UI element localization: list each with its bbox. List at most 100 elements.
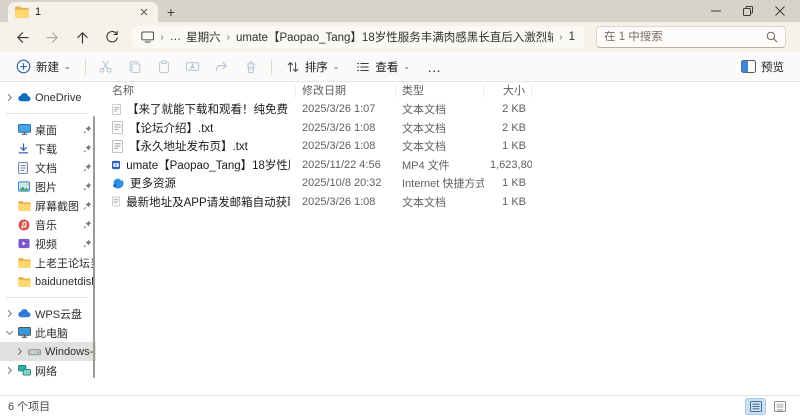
sidebar-scrollbar[interactable] <box>93 116 95 378</box>
music-icon <box>18 219 31 231</box>
rename-icon <box>186 62 200 71</box>
large-icons-view-icon <box>773 400 786 412</box>
mp4-file-icon <box>112 160 121 169</box>
file-row[interactable]: umate【Paopao_Tang】18岁性服务丰满肉感... 2025/11/… <box>96 156 800 175</box>
minimize-button[interactable] <box>700 0 732 22</box>
refresh-button[interactable] <box>98 25 126 49</box>
file-size: 1,623,808 KB <box>490 158 532 171</box>
column-header-name[interactable]: 名称 <box>106 85 296 98</box>
large-icons-view-button[interactable] <box>769 398 790 415</box>
file-date: 2025/11/22 4:56 <box>302 158 381 171</box>
back-button[interactable] <box>8 25 36 49</box>
breadcrumb-overflow[interactable]: … <box>170 31 182 43</box>
copy-button[interactable] <box>121 54 149 80</box>
sidebar-item-label: 图片 <box>35 181 57 194</box>
downloads-icon <box>18 143 31 154</box>
breadcrumb-item-saturday[interactable]: 星期六 <box>186 29 221 45</box>
sort-button[interactable]: 排序 ⌄ <box>278 54 348 80</box>
this-pc-icon <box>141 31 154 43</box>
arrow-up-icon <box>76 31 88 44</box>
forward-button[interactable] <box>38 25 66 49</box>
sidebar-item-downloads[interactable]: 下载 <box>0 139 96 158</box>
file-row[interactable]: 【论坛介绍】.txt 2025/3/26 1:08 文本文档 2 KB <box>96 119 800 138</box>
navigation-bar: › … 星期六 › umate【Paopao_Tang】18岁性服务丰满肉感黑长… <box>0 22 800 52</box>
file-type: 文本文档 <box>402 122 446 135</box>
column-header-size[interactable]: 大小 <box>484 85 532 98</box>
chevron-down-icon: ⌄ <box>403 62 411 71</box>
breadcrumb-chevron: › <box>559 31 563 43</box>
search-input[interactable] <box>604 31 766 43</box>
sidebar-item-folder[interactable]: baidunetdiskdownload <box>0 272 96 291</box>
chevron-right-icon[interactable] <box>5 93 14 102</box>
sidebar-item-pictures[interactable]: 图片 <box>0 177 96 196</box>
file-size: 1 KB <box>502 177 526 190</box>
main-area: OneDrive 桌面 下载 文档 图片 屏幕截图 音乐 视频 上老王论坛 ba… <box>0 82 800 395</box>
chevron-right-icon[interactable] <box>5 366 14 375</box>
sidebar-item-videos[interactable]: 视频 <box>0 234 96 253</box>
breadcrumb-item-parent-folder[interactable]: umate【Paopao_Tang】18岁性服务丰满肉感黑长直后入激烈输出 <box>236 29 553 45</box>
sidebar-item-label: baidunetdiskdownload <box>35 275 93 288</box>
this-pc-icon <box>18 327 31 338</box>
delete-button[interactable] <box>237 54 265 80</box>
preview-pane-icon <box>741 60 756 73</box>
sidebar-item-music[interactable]: 音乐 <box>0 215 96 234</box>
minimize-icon <box>711 10 721 12</box>
pin-icon <box>83 220 93 229</box>
file-size: 2 KB <box>502 121 526 134</box>
sidebar-item-screenshots[interactable]: 屏幕截图 <box>0 196 96 215</box>
pin-icon <box>83 182 93 191</box>
breadcrumb-item-current-folder[interactable]: 1 <box>569 31 575 43</box>
folder-icon <box>18 257 31 268</box>
file-row[interactable]: 【来了就能下载和观看！纯免费！】.txt 2025/3/26 1:07 文本文档… <box>96 100 800 119</box>
close-window-button[interactable] <box>764 0 796 22</box>
item-count: 6 个项目 <box>8 401 51 413</box>
preview-toggle-button[interactable]: 预览 <box>733 54 792 80</box>
search-icon <box>766 31 778 43</box>
sidebar-item-windows-ssd[interactable]: Windows-SSD <box>0 342 96 361</box>
up-button[interactable] <box>68 25 96 49</box>
sidebar-item-wps-cloud[interactable]: WPS云盘 <box>0 304 96 323</box>
rename-button[interactable] <box>179 54 207 80</box>
pin-icon <box>83 163 93 172</box>
sidebar-item-folder[interactable]: 上老王论坛当老王 <box>0 253 96 272</box>
sidebar-item-desktop[interactable]: 桌面 <box>0 120 96 139</box>
sidebar-item-onedrive[interactable]: OneDrive <box>0 88 96 107</box>
file-row[interactable]: 【永久地址发布页】.txt 2025/3/26 1:08 文本文档 1 KB <box>96 137 800 156</box>
cut-button[interactable] <box>92 54 120 80</box>
sort-icon <box>287 61 298 72</box>
sidebar-item-label: OneDrive <box>35 91 82 104</box>
chevron-down-icon[interactable] <box>5 328 14 337</box>
sidebar-item-this-pc[interactable]: 此电脑 <box>0 323 96 342</box>
file-name: 【永久地址发布页】.txt <box>129 141 248 154</box>
file-date: 2025/10/8 20:32 <box>302 177 382 190</box>
address-bar[interactable]: › … 星期六 › umate【Paopao_Tang】18岁性服务丰满肉感黑长… <box>132 26 584 48</box>
details-view-button[interactable] <box>745 397 766 415</box>
view-button[interactable]: 查看 ⌄ <box>348 54 418 80</box>
clipboard-icon <box>158 59 169 73</box>
chevron-right-icon[interactable] <box>15 347 24 356</box>
new-tab-button[interactable]: + <box>158 2 184 22</box>
tab-close-button[interactable] <box>137 5 151 19</box>
explorer-tab[interactable]: 1 <box>8 2 158 22</box>
paste-button[interactable] <box>150 54 178 80</box>
maximize-button[interactable] <box>732 0 764 22</box>
share-button[interactable] <box>208 54 236 80</box>
wps-cloud-icon <box>18 309 31 318</box>
file-size: 1 KB <box>502 195 526 208</box>
onedrive-cloud-icon <box>18 93 31 102</box>
sidebar-item-documents[interactable]: 文档 <box>0 158 96 177</box>
file-name: 【来了就能下载和观看！纯免费！】.txt <box>127 104 290 117</box>
chevron-right-icon[interactable] <box>5 309 14 318</box>
file-row[interactable]: 更多资源 2025/10/8 20:32 Internet 快捷方式 1 KB <box>96 174 800 193</box>
sidebar-item-label: WPS云盘 <box>35 308 83 321</box>
see-more-button[interactable]: … <box>419 59 450 75</box>
details-view-icon <box>749 400 762 412</box>
folder-icon <box>18 276 31 287</box>
sidebar-item-network[interactable]: 网络 <box>0 361 96 380</box>
desktop-icon <box>18 124 31 135</box>
column-header-type[interactable]: 类型 <box>396 85 484 98</box>
sidebar-divider <box>6 113 88 114</box>
new-button[interactable]: 新建 ⌄ <box>8 54 79 80</box>
file-row[interactable]: 最新地址及APP请发邮箱自动获取！！！.txt 2025/3/26 1:08 文… <box>96 193 800 212</box>
column-header-date[interactable]: 修改日期 <box>296 85 396 98</box>
